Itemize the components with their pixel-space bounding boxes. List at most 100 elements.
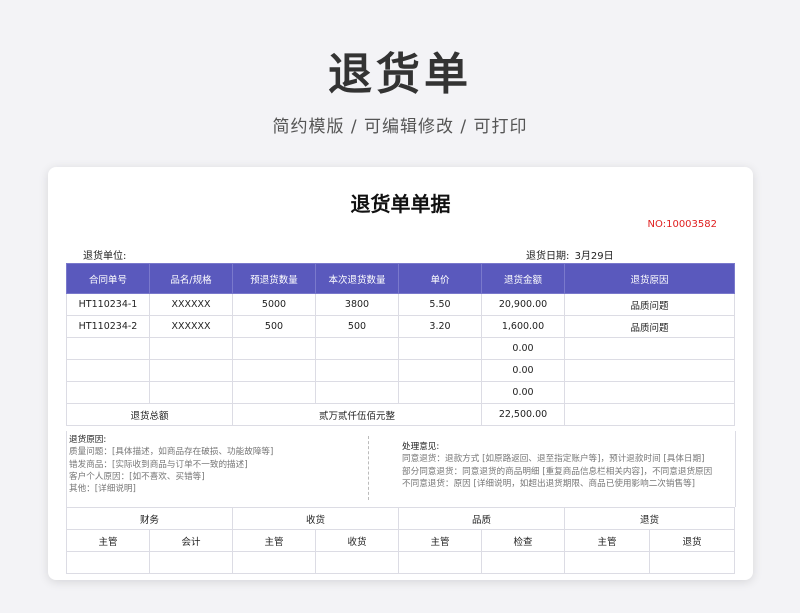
signoff-table: 财务 收货 品质 退货 主管 会计 主管 收货 主管 检查 主管 退货 [65, 507, 736, 574]
signoff-group: 品质 [398, 507, 566, 530]
column-header: 品名/规格 [149, 263, 233, 294]
table-cell [315, 337, 399, 360]
table-cell [398, 359, 482, 382]
return-reasons: 退货原因: 质量问题：[具体描述，如商品存在破损、功能故障等] 错发商品：[实际… [69, 434, 359, 495]
handling-item: 同意退货：退款方式 [如原路返回、退至指定账户等]，预计退款时间 [具体日期] [402, 454, 705, 465]
return-date-value: 3月29日 [574, 251, 614, 262]
column-header: 单价 [398, 263, 482, 294]
table-cell: 1,600.00 [481, 315, 565, 338]
signature-cell[interactable] [148, 551, 234, 574]
signature-cell[interactable] [398, 551, 483, 574]
table-cell [66, 359, 150, 382]
table-row: 0.00 [66, 381, 735, 404]
table-cell [315, 381, 399, 404]
reason-item: 质量问题：[具体描述，如商品存在破损、功能故障等] [69, 447, 274, 458]
return-date-label: 退货日期: [526, 251, 570, 262]
column-header: 退货原因 [564, 263, 735, 294]
table-cell: 5.50 [398, 293, 482, 316]
table-cell: 3.20 [398, 315, 482, 338]
table-cell: 20,900.00 [481, 293, 565, 316]
notes-divider [368, 436, 369, 500]
reason-item: 其他：[详细说明] [69, 484, 136, 495]
table-cell: 品质问题 [564, 293, 735, 316]
signoff-role: 检查 [481, 529, 566, 552]
table-cell [149, 337, 233, 360]
table-cell [149, 359, 233, 382]
return-items-table: 合同单号 品名/规格 预退货数量 本次退货数量 单价 退货金额 退货原因 HT1… [66, 263, 735, 426]
signature-cell[interactable] [66, 551, 150, 574]
signature-cell[interactable] [649, 551, 736, 574]
notes-section: 退货原因: 质量问题：[具体描述，如商品存在破损、功能故障等] 错发商品：[实际… [66, 431, 736, 507]
table-cell [398, 381, 482, 404]
table-row: HT110234-2 XXXXXX 500 500 3.20 1,600.00 … [66, 315, 735, 338]
table-cell [232, 337, 316, 360]
table-cell: HT110234-1 [66, 293, 150, 316]
signature-cell[interactable] [232, 551, 317, 574]
table-cell [315, 359, 399, 382]
handling-item: 不同意退货：原因 [详细说明，如超出退货期限、商品已使用影响二次销售等] [402, 478, 696, 489]
signoff-group: 财务 [65, 507, 234, 530]
signoff-role: 会计 [148, 529, 234, 552]
table-cell: 0.00 [481, 359, 565, 382]
table-cell [232, 359, 316, 382]
handling-item: 部分同意退货：同意退货的商品明细 [重复商品信息栏相关内容]，不同意退货原因 [402, 466, 713, 477]
table-row: 0.00 [66, 337, 735, 360]
column-header: 本次退货数量 [315, 263, 399, 294]
table-header-row: 合同单号 品名/规格 预退货数量 本次退货数量 单价 退货金额 退货原因 [66, 263, 735, 294]
signoff-role: 主管 [398, 529, 483, 552]
table-cell: XXXXXX [149, 293, 233, 316]
column-header: 合同单号 [66, 263, 150, 294]
table-cell: 品质问题 [564, 315, 735, 338]
table-cell [232, 381, 316, 404]
table-cell [149, 381, 233, 404]
table-cell: 0.00 [481, 337, 565, 360]
table-cell: 500 [315, 315, 399, 338]
table-cell: 3800 [315, 293, 399, 316]
table-cell [564, 381, 735, 404]
document-title: 退货单单据 [350, 192, 451, 216]
signoff-group: 收货 [232, 507, 400, 530]
document-number: NO:10003582 [647, 219, 717, 230]
reason-item: 错发商品：[实际收到商品与订单不一致的描述] [69, 459, 248, 470]
handling-opinions: 处理意见: 同意退货：退款方式 [如原路返回、退至指定账户等]，预计退款时间 [… [402, 441, 737, 490]
signature-cell[interactable] [564, 551, 651, 574]
column-header: 退货金额 [481, 263, 565, 294]
table-cell: HT110234-2 [66, 315, 150, 338]
signoff-group-row: 财务 收货 品质 退货 [65, 507, 736, 530]
signoff-role: 退货 [649, 529, 736, 552]
total-label: 退货总额 [66, 403, 233, 426]
table-row: HT110234-1 XXXXXX 5000 3800 5.50 20,900.… [66, 293, 735, 316]
table-cell: 500 [232, 315, 316, 338]
table-cell [564, 337, 735, 360]
signoff-group: 退货 [564, 507, 736, 530]
total-amount: 22,500.00 [481, 403, 565, 426]
reason-item: 客户个人原因：[如不喜欢、买错等] [69, 471, 205, 482]
return-date: 退货日期: 3月29日 [524, 247, 614, 262]
table-cell [66, 337, 150, 360]
signature-cell[interactable] [315, 551, 400, 574]
signoff-role: 收货 [315, 529, 400, 552]
document-card: 退货单单据 NO:10003582 退货单位: 退货日期: 3月29日 合同单号… [48, 167, 753, 580]
table-cell: 0.00 [481, 381, 565, 404]
signoff-role: 主管 [232, 529, 317, 552]
table-cell: XXXXXX [149, 315, 233, 338]
handling-title: 处理意见: [402, 442, 440, 452]
signoff-role-row: 主管 会计 主管 收货 主管 检查 主管 退货 [66, 529, 736, 552]
page-subtitle: 简约模版 / 可编辑修改 / 可打印 [272, 117, 528, 137]
table-row: 0.00 [66, 359, 735, 382]
signature-cell[interactable] [481, 551, 566, 574]
column-header: 预退货数量 [232, 263, 316, 294]
signoff-role: 主管 [66, 529, 150, 552]
table-cell: 5000 [232, 293, 316, 316]
table-cell [564, 359, 735, 382]
table-cell [398, 337, 482, 360]
table-cell [66, 381, 150, 404]
signoff-role: 主管 [564, 529, 651, 552]
return-reasons-title: 退货原因: [69, 435, 107, 445]
return-unit-label: 退货单位: [83, 251, 127, 262]
page-title: 退货单 [328, 49, 472, 100]
total-in-words: 贰万贰仟伍佰元整 [232, 403, 482, 426]
total-row: 退货总额 贰万贰仟伍佰元整 22,500.00 [66, 403, 735, 426]
table-cell [564, 403, 735, 426]
signature-row [66, 551, 736, 574]
